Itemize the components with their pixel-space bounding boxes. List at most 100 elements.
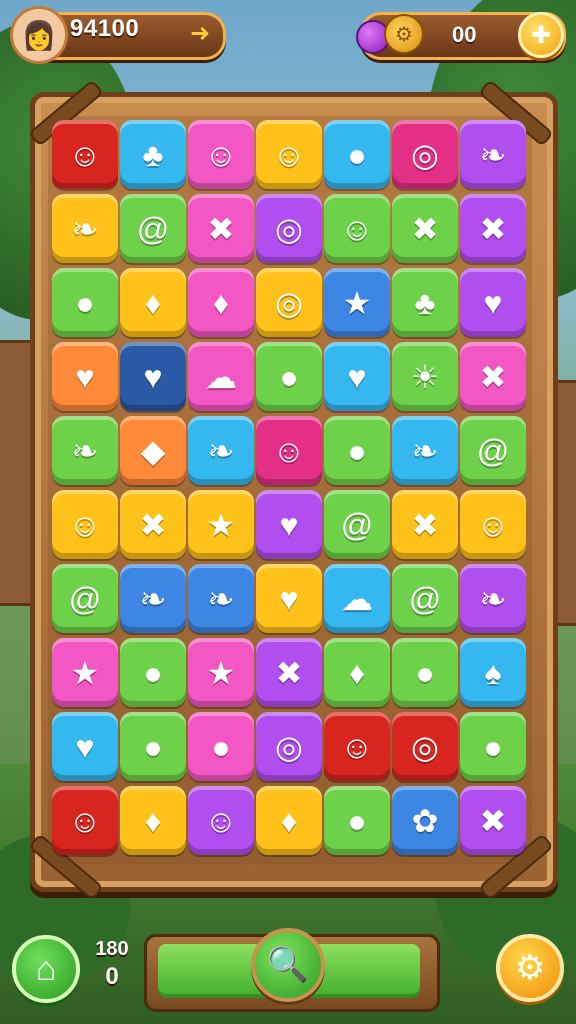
board-tile[interactable]: ❧ — [52, 194, 118, 263]
board-tile[interactable]: ♥ — [460, 268, 526, 337]
board-tile[interactable]: ♥ — [52, 712, 118, 781]
board-tile[interactable]: ☺ — [324, 194, 390, 263]
heart-icon: ♥ — [75, 358, 95, 395]
board-tile[interactable]: ❧ — [392, 416, 458, 485]
board-tile[interactable]: @ — [324, 490, 390, 559]
board-tile[interactable]: ♦ — [256, 786, 322, 855]
board-tile[interactable]: ◎ — [392, 712, 458, 781]
board-tile[interactable]: ♦ — [324, 638, 390, 707]
board-tile[interactable]: ♦ — [120, 786, 186, 855]
board-tile[interactable]: ❧ — [120, 564, 186, 633]
board-tile[interactable]: ● — [324, 416, 390, 485]
board-tile[interactable]: ✖ — [392, 194, 458, 263]
board-tile[interactable]: ◆ — [120, 416, 186, 485]
board-tile[interactable]: ★ — [188, 638, 254, 707]
board-tile[interactable]: ♦ — [188, 268, 254, 337]
board-tile[interactable]: ♥ — [120, 342, 186, 411]
board-tile[interactable]: ☺ — [256, 120, 322, 189]
board-tile[interactable]: ♥ — [52, 342, 118, 411]
settings-button[interactable]: ⚙ — [496, 934, 564, 1002]
sun-icon: ☀ — [410, 358, 440, 395]
board-tile[interactable]: ☺ — [324, 712, 390, 781]
board-tile[interactable]: ♥ — [324, 342, 390, 411]
player-avatar[interactable]: 👩 — [10, 6, 68, 64]
board-tile[interactable]: ★ — [52, 638, 118, 707]
board-tile[interactable]: ♥ — [256, 564, 322, 633]
board-tile[interactable]: ☀ — [392, 342, 458, 411]
orange-icon: ● — [347, 432, 367, 469]
board-tile[interactable]: ● — [324, 120, 390, 189]
board-tile[interactable]: ◎ — [256, 194, 322, 263]
board-tile[interactable]: ☺ — [460, 490, 526, 559]
board-tile[interactable]: ★ — [188, 490, 254, 559]
board-tile[interactable]: ☺ — [188, 120, 254, 189]
berry-icon: ● — [75, 284, 95, 321]
star-icon: ★ — [206, 654, 236, 691]
board-tile[interactable]: ● — [52, 268, 118, 337]
board-tile[interactable]: ☁ — [188, 342, 254, 411]
home-button[interactable]: ⌂ — [12, 935, 80, 1003]
board-tile[interactable]: ✖ — [188, 194, 254, 263]
board-tile[interactable]: ☺ — [52, 490, 118, 559]
board-tile[interactable]: ✖ — [460, 342, 526, 411]
cross-icon: ✖ — [479, 358, 507, 395]
swirl-icon: ◎ — [275, 728, 303, 765]
arrow-right-icon: ➜ — [189, 20, 211, 47]
board-tile[interactable]: ☺ — [52, 786, 118, 855]
board-tile[interactable]: ♦ — [120, 268, 186, 337]
board-tile[interactable]: ❧ — [460, 120, 526, 189]
board-tile[interactable]: ● — [460, 712, 526, 781]
score-arrow-button[interactable]: ➜ — [186, 20, 214, 48]
board-tile[interactable]: ❧ — [188, 564, 254, 633]
board-tile[interactable]: ✖ — [460, 786, 526, 855]
board-tile[interactable]: ✖ — [256, 638, 322, 707]
board-tile[interactable]: ❧ — [188, 416, 254, 485]
board-tile[interactable]: ☺ — [188, 786, 254, 855]
board-tile[interactable]: ♣ — [392, 268, 458, 337]
board-tile[interactable]: ● — [256, 342, 322, 411]
board-tile[interactable]: @ — [460, 416, 526, 485]
board-tile[interactable]: ★ — [324, 268, 390, 337]
board-tile[interactable]: ◎ — [256, 268, 322, 337]
board-tile[interactable]: ♠ — [460, 638, 526, 707]
board-tile[interactable]: ☁ — [324, 564, 390, 633]
board-tile[interactable]: ☺ — [256, 416, 322, 485]
board-tile[interactable]: ✿ — [392, 786, 458, 855]
board-tile[interactable]: ● — [392, 638, 458, 707]
leaf-icon: ❧ — [479, 136, 507, 173]
board-tile[interactable]: ✖ — [460, 194, 526, 263]
board-tile[interactable]: ● — [120, 712, 186, 781]
swirl-icon: ◎ — [411, 728, 439, 765]
board-tile[interactable]: @ — [52, 564, 118, 633]
lemon-icon: ● — [347, 136, 367, 173]
heart-icon: ♥ — [347, 358, 367, 395]
apple-icon: ♦ — [212, 284, 230, 321]
board-tile[interactable]: ✖ — [392, 490, 458, 559]
board-tile[interactable]: ◎ — [256, 712, 322, 781]
swirl-icon: ◎ — [275, 210, 303, 247]
board-tile[interactable]: ☺ — [52, 120, 118, 189]
star-icon: ★ — [342, 284, 372, 321]
board-tile[interactable]: ● — [120, 638, 186, 707]
face-icon: ☺ — [204, 802, 238, 839]
board-tile[interactable]: ◎ — [392, 120, 458, 189]
spiral-icon: @ — [340, 506, 374, 543]
board-tile[interactable]: ✖ — [120, 490, 186, 559]
search-button[interactable]: 🔍 — [251, 928, 325, 1002]
board-tile[interactable]: ♣ — [120, 120, 186, 189]
swirl-icon: ◎ — [411, 136, 439, 173]
blob-icon: ♣ — [414, 284, 436, 321]
add-coins-button[interactable]: ✚ — [518, 12, 564, 58]
board-tile[interactable]: @ — [392, 564, 458, 633]
board-tile[interactable]: ♥ — [256, 490, 322, 559]
star-icon: ★ — [70, 654, 100, 691]
board-tile[interactable]: @ — [120, 194, 186, 263]
plus-icon: ✚ — [530, 21, 552, 49]
face-icon: ☺ — [272, 432, 306, 469]
board-tile[interactable]: ❧ — [52, 416, 118, 485]
cross-icon: ✖ — [411, 210, 439, 247]
board-tile[interactable]: ● — [188, 712, 254, 781]
board-tile[interactable]: ● — [324, 786, 390, 855]
pine-icon: ♣ — [142, 136, 164, 173]
board-tile[interactable]: ❧ — [460, 564, 526, 633]
